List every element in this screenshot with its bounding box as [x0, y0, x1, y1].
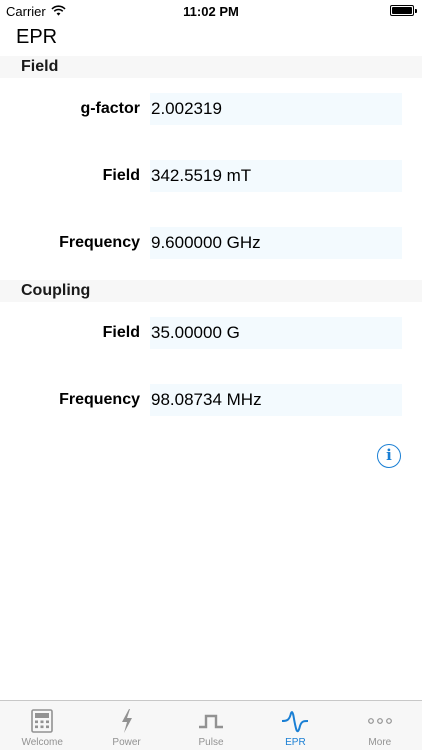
- tab-power-label: Power: [112, 737, 141, 748]
- field-input[interactable]: [150, 160, 402, 192]
- coupling-field-label: Field: [102, 324, 140, 341]
- row-frequency: Frequency: [0, 227, 422, 259]
- tab-more-label: More: [368, 737, 392, 748]
- field-label: Field: [102, 167, 140, 184]
- coupling-frequency-label: Frequency: [59, 391, 140, 408]
- coupling-frequency-input[interactable]: [150, 384, 402, 416]
- status-bar: Carrier 11:02 PM: [0, 0, 422, 22]
- tab-welcome[interactable]: Welcome: [0, 701, 84, 750]
- tab-bar: Welcome Power Pulse EPR More: [0, 700, 422, 750]
- lightning-icon: [121, 709, 132, 733]
- row-coupling-field: Field: [0, 317, 422, 349]
- row-coupling-frequency: Frequency: [0, 384, 422, 416]
- frequency-input[interactable]: [150, 227, 402, 259]
- tab-welcome-label: Welcome: [21, 737, 63, 748]
- info-icon: i: [386, 446, 392, 464]
- battery-fill: [392, 7, 412, 14]
- status-time: 11:02 PM: [183, 4, 239, 19]
- page-title: EPR: [16, 26, 58, 48]
- row-g-factor: g-factor: [0, 93, 422, 125]
- epr-signal-icon: [282, 711, 309, 733]
- tab-more[interactable]: More: [338, 701, 422, 750]
- pulse-icon: [199, 714, 224, 729]
- frequency-label: Frequency: [59, 234, 140, 251]
- tab-pulse[interactable]: Pulse: [169, 701, 253, 750]
- section-header-coupling: Coupling: [0, 280, 422, 302]
- tab-epr[interactable]: EPR: [253, 701, 337, 750]
- info-button[interactable]: i: [377, 444, 401, 468]
- section-header-field: Field: [0, 56, 422, 78]
- g-factor-label: g-factor: [80, 100, 140, 117]
- tab-pulse-label: Pulse: [198, 737, 224, 748]
- battery-icon: [390, 5, 417, 16]
- more-dots-icon: [367, 718, 392, 724]
- tab-epr-label: EPR: [285, 737, 306, 748]
- row-field: Field: [0, 160, 422, 192]
- coupling-field-input[interactable]: [150, 317, 402, 349]
- g-factor-input[interactable]: [150, 93, 402, 125]
- tab-power[interactable]: Power: [84, 701, 168, 750]
- calculator-icon: [31, 709, 54, 733]
